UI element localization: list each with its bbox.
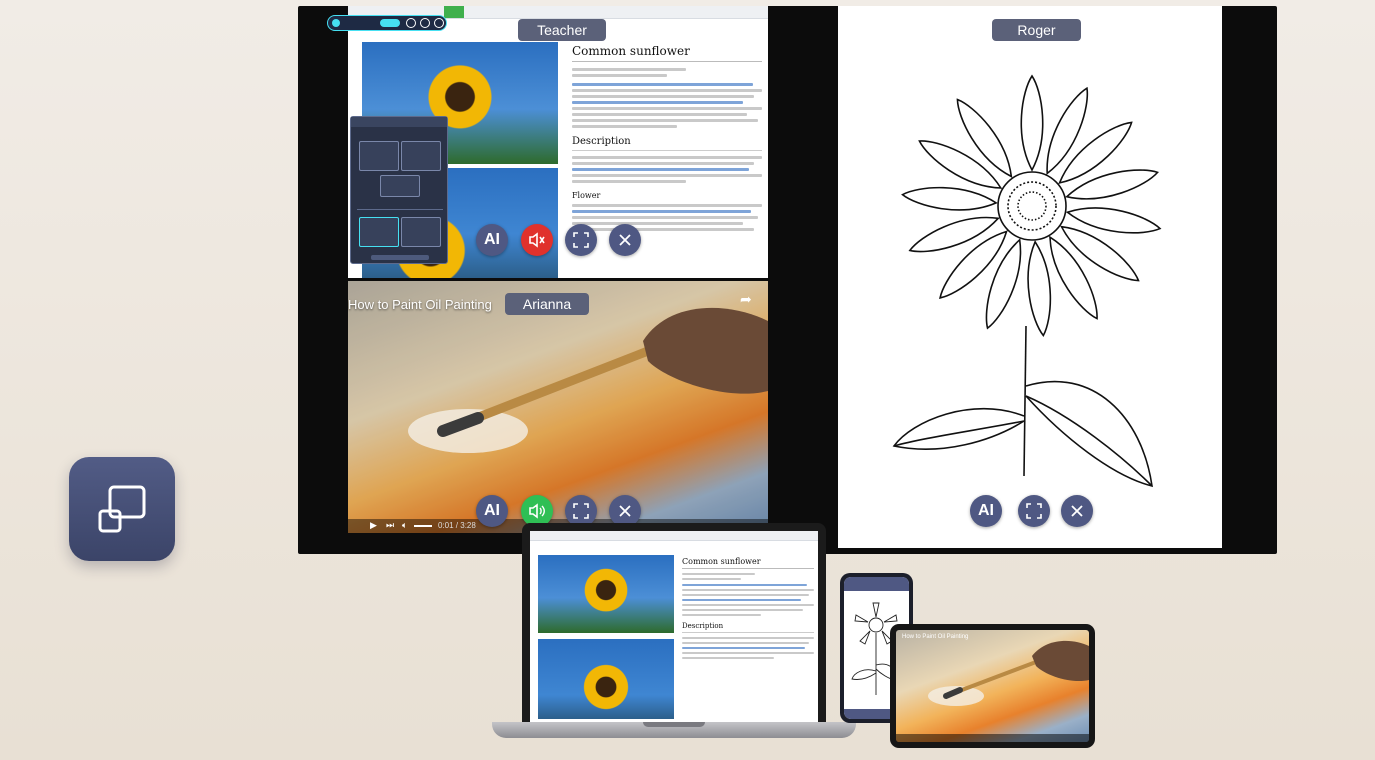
layout-option-2[interactable]	[401, 217, 441, 247]
fullscreen-icon	[1026, 503, 1042, 519]
skip-next-icon[interactable]: ⏭	[386, 520, 394, 531]
arianna-video-screen: How to Paint Oil Painting ➦ ▶ ⏭ 🔈︎ 0:01 …	[348, 281, 768, 533]
fullscreen-icon	[573, 232, 589, 248]
speaker-on-icon	[529, 503, 545, 519]
roger-ai-button[interactable]: AI	[970, 495, 1002, 527]
share-arrow-icon[interactable]: ➦	[740, 291, 752, 308]
laptop-device: Common sunflower Description	[522, 523, 826, 723]
laptop-notch	[643, 722, 705, 727]
roger-screen	[838, 6, 1222, 548]
teacher-mute-button[interactable]	[521, 224, 553, 256]
share-options-panel[interactable]	[350, 116, 448, 264]
teacher-ai-button[interactable]: AI	[476, 224, 508, 256]
tablet-video-title: How to Paint Oil Painting	[902, 634, 969, 640]
browser-tab-indicator	[444, 6, 464, 18]
screen-share-option[interactable]	[359, 141, 399, 171]
teacher-fullscreen-button[interactable]	[565, 224, 597, 256]
roger-name-tag: Roger	[992, 19, 1081, 41]
file-share-option[interactable]	[401, 141, 441, 171]
close-icon	[619, 505, 631, 517]
cast-toolbar[interactable]	[327, 15, 447, 31]
article-section-description: Description	[572, 136, 631, 147]
arianna-ai-button[interactable]: AI	[476, 495, 508, 527]
layout-option-1[interactable]	[359, 217, 399, 247]
volume-slider[interactable]	[414, 525, 432, 527]
speaker-muted-icon	[529, 232, 545, 248]
tablet-device: How to Paint Oil Painting	[890, 624, 1095, 748]
tablet-control-bar[interactable]	[896, 734, 1089, 742]
phone-header	[844, 577, 909, 591]
close-icon	[619, 234, 631, 246]
teacher-name-tag: Teacher	[518, 19, 606, 41]
laptop-sunflower-photo-1	[538, 555, 674, 633]
laptop-screen: Common sunflower Description	[530, 531, 818, 723]
sunflower-sketch	[892, 74, 1163, 488]
laptop-browser-toolbar	[530, 531, 818, 541]
cast-screen-icon	[98, 485, 146, 533]
laptop-article-title: Common sunflower	[682, 557, 761, 566]
article-title: Common sunflower	[572, 44, 690, 58]
video-title: How to Paint Oil Painting	[348, 297, 492, 312]
play-icon[interactable]: ▶	[370, 520, 377, 531]
volume-icon[interactable]: 🔈︎	[402, 520, 407, 531]
close-icon	[1071, 505, 1083, 517]
tablet-painting-frame	[928, 640, 1089, 706]
teacher-close-button[interactable]	[609, 224, 641, 256]
video-time: 0:01 / 3:28	[438, 521, 476, 530]
roger-fullscreen-button[interactable]	[1018, 495, 1050, 527]
laptop-sunflower-photo-2	[538, 639, 674, 719]
window-share-option[interactable]	[380, 175, 420, 197]
fullscreen-icon	[573, 503, 589, 519]
tablet-screen: How to Paint Oil Painting	[896, 630, 1089, 742]
roger-close-button[interactable]	[1061, 495, 1093, 527]
article-section-flower: Flower	[572, 191, 601, 200]
laptop-article-section: Description	[682, 622, 724, 630]
arianna-name-tag: Arianna	[505, 293, 589, 315]
painting-video-frame	[348, 281, 768, 533]
cast-app-icon[interactable]	[69, 457, 175, 561]
